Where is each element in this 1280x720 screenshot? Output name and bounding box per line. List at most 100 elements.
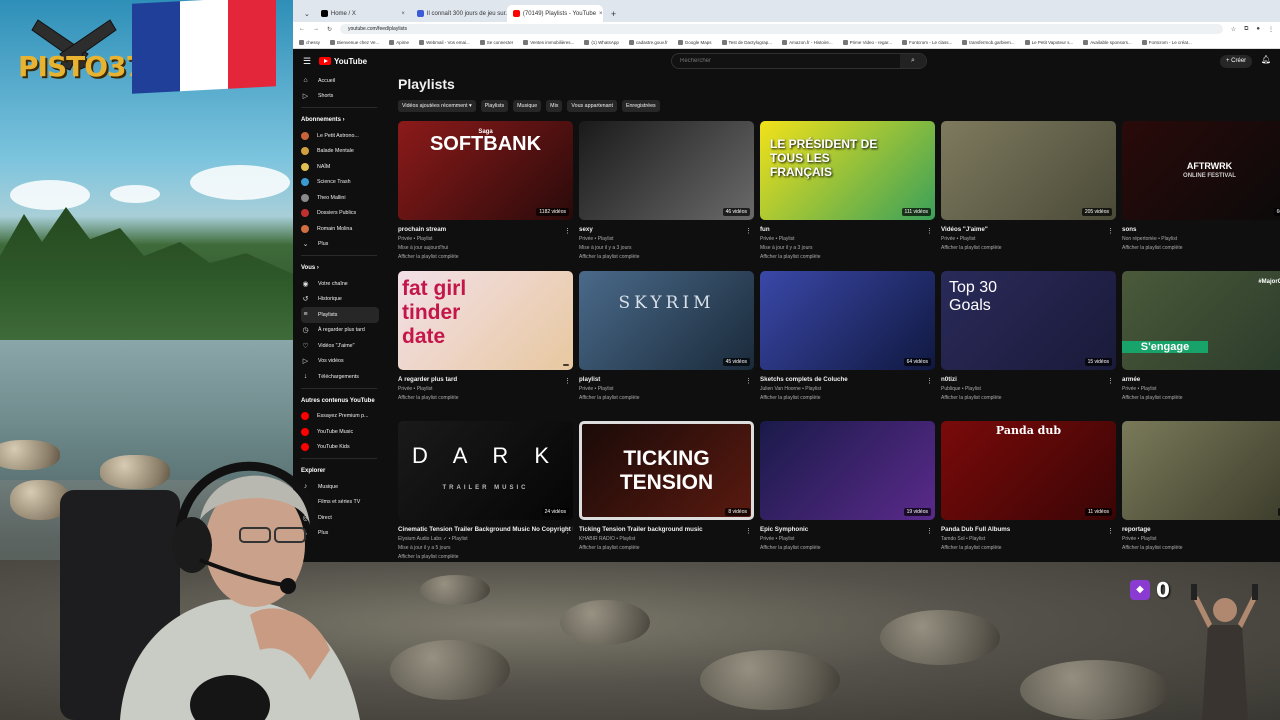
bookmark-item[interactable]: Le Petit Vapoteur s... bbox=[1024, 39, 1073, 45]
playlist-card[interactable]: Saga SOFTBANK 1182 vidéos prochain strea… bbox=[398, 121, 573, 262]
notifications-bell-icon[interactable]: 🔔︎ bbox=[1261, 55, 1271, 64]
playlist-thumbnail[interactable]: #MajorGéral S'engage bbox=[1122, 271, 1280, 370]
playlist-title[interactable]: reportage bbox=[1122, 526, 1280, 535]
playlist-card[interactable]: 19 vidéos Epic Symphonic Privée • Playli… bbox=[760, 421, 935, 553]
bookmark-item[interactable]: Google Maps bbox=[677, 39, 712, 45]
bookmark-item[interactable]: Prime Video - regar... bbox=[842, 39, 892, 45]
sidebar-item[interactable]: ▷ Shorts bbox=[301, 89, 383, 105]
more-options-icon[interactable]: ⋮ bbox=[926, 527, 933, 535]
more-options-icon[interactable]: ⋮ bbox=[745, 527, 752, 535]
more-options-icon[interactable]: ⋮ bbox=[1107, 227, 1114, 235]
subscriptions-header[interactable]: Abonnements › bbox=[301, 112, 383, 128]
sidebar-item[interactable]: ↺ Historique bbox=[301, 292, 383, 308]
bookmark-item[interactable]: Webmail - Vos emai... bbox=[419, 39, 470, 45]
playlist-thumbnail[interactable]: 46 vidéos bbox=[579, 121, 754, 220]
playlist-thumbnail[interactable]: LE PRÉSIDENT DE TOUS LES FRANÇAIS 111 vi… bbox=[760, 121, 935, 220]
sidebar-channel[interactable]: Dossiers Publics bbox=[301, 206, 383, 222]
sidebar-channel[interactable]: Balade Mentale bbox=[301, 144, 383, 160]
sidebar-item[interactable]: ◷ À regarder plus tard bbox=[301, 323, 383, 339]
playlist-thumbnail[interactable]: Saga SOFTBANK 1182 vidéos bbox=[398, 121, 573, 220]
view-full-playlist-link[interactable]: Afficher la playlist complète bbox=[398, 553, 573, 562]
filter-chip[interactable]: Vous appartenant bbox=[567, 100, 617, 112]
sidebar-channel[interactable]: YouTube Music bbox=[301, 424, 383, 440]
playlist-title[interactable]: Panda Dub Full Albums bbox=[941, 526, 1116, 535]
playlist-thumbnail[interactable]: ONLINE FESTIVAL AFTRWRK 668 vi bbox=[1122, 121, 1280, 220]
playlist-card[interactable]: SKYRIM 45 vidéos playlist Privée • Playl… bbox=[579, 271, 754, 403]
new-tab-button[interactable]: + bbox=[603, 9, 624, 22]
sidebar-item[interactable]: ♡ Vidéos "J'aime" bbox=[301, 338, 383, 354]
sidebar-channel[interactable]: Romain Molina bbox=[301, 221, 383, 237]
more-options-icon[interactable]: ⋮ bbox=[1107, 377, 1114, 385]
sidebar-item[interactable]: ◉ Votre chaîne bbox=[301, 276, 383, 292]
bookmark-item[interactable]: transfermob.garbiem... bbox=[962, 39, 1015, 45]
filter-chip[interactable]: Enregistrées bbox=[621, 100, 660, 112]
forward-icon[interactable]: → bbox=[313, 26, 319, 32]
bookmark-item[interactable]: Bienvenue chez Ve... bbox=[330, 39, 379, 45]
bookmark-item[interactable]: Available sponsors... bbox=[1083, 39, 1132, 45]
playlist-title[interactable]: fun bbox=[760, 226, 935, 235]
back-icon[interactable]: ← bbox=[299, 26, 305, 32]
sidebar-item[interactable]: ▷ Vos vidéos bbox=[301, 354, 383, 370]
playlist-title[interactable]: prochain stream bbox=[398, 226, 573, 235]
more-options-icon[interactable]: ⋮ bbox=[564, 227, 571, 235]
playlist-card[interactable]: 46 vidéos sexy Privée • Playlist Mise à … bbox=[579, 121, 754, 262]
playlist-thumbnail[interactable]: SKYRIM 45 vidéos bbox=[579, 271, 754, 370]
sidebar-channel[interactable]: Essayez Premium p... bbox=[301, 409, 383, 425]
bookmark-item[interactable]: chessy bbox=[299, 39, 320, 45]
playlist-thumbnail[interactable]: 58 v bbox=[1122, 421, 1280, 520]
sidebar-channel[interactable]: Science Trash bbox=[301, 175, 383, 191]
filter-chip[interactable]: Musique bbox=[513, 100, 542, 112]
playlist-thumbnail[interactable]: Panda dub 11 vidéos bbox=[941, 421, 1116, 520]
bookmark-item[interactable]: Ventes immobilières... bbox=[523, 39, 574, 45]
bookmark-item[interactable]: cadastre.gouv.fr bbox=[628, 39, 668, 45]
playlist-card[interactable]: #MajorGéral S'engage armée Privée • Play… bbox=[1122, 271, 1280, 403]
playlist-card[interactable]: Top 30 Goals 15 vidéos n0tizi Publique •… bbox=[941, 271, 1116, 403]
search-icon[interactable]: ⌕ bbox=[900, 54, 926, 68]
playlist-thumbnail[interactable]: Top 30 Goals 15 vidéos bbox=[941, 271, 1116, 370]
bookmark-item[interactable]: Fontcrom - Le class... bbox=[902, 39, 952, 45]
playlist-title[interactable]: playlist bbox=[579, 376, 754, 385]
more-options-icon[interactable]: ⋮ bbox=[1107, 527, 1114, 535]
playlist-thumbnail[interactable]: 64 vidéos bbox=[760, 271, 935, 370]
playlist-title[interactable]: Epic Symphonic bbox=[760, 526, 935, 535]
filter-chip[interactable]: Vidéos ajoutées récemment ▾ bbox=[398, 100, 476, 112]
menu-icon[interactable]: ☰ bbox=[303, 56, 319, 67]
playlist-thumbnail[interactable]: TICKING TENSION 8 vidéos bbox=[579, 421, 754, 520]
view-full-playlist-link[interactable]: Afficher la playlist complète bbox=[579, 253, 754, 262]
playlist-card[interactable]: 64 vidéos Sketchs complets de Coluche Ju… bbox=[760, 271, 935, 403]
extensions-icon[interactable]: ⧉ bbox=[1244, 26, 1248, 33]
browser-menu-icon[interactable]: ⋮ bbox=[1268, 26, 1274, 33]
more-options-icon[interactable]: ⋮ bbox=[564, 527, 571, 535]
playlist-title[interactable]: armée bbox=[1122, 376, 1280, 385]
sidebar-item[interactable]: ≡ Playlists bbox=[301, 307, 379, 323]
more-options-icon[interactable]: ⋮ bbox=[564, 377, 571, 385]
playlist-title[interactable]: Ticking Tension Trailer background music bbox=[579, 526, 754, 535]
browser-tab[interactable]: Il connaît 300 jours de jeu sur...× bbox=[411, 5, 507, 22]
youtube-logo[interactable]: YouTube bbox=[319, 57, 367, 66]
playlist-title[interactable]: sexy bbox=[579, 226, 754, 235]
browser-tab[interactable]: (70149) Playlists - YouTube × bbox=[506, 5, 603, 22]
playlist-title[interactable]: À regarder plus tard bbox=[398, 376, 573, 385]
playlist-card[interactable]: fat girl tinder date À regarder plus tar… bbox=[398, 271, 573, 403]
sidebar-item[interactable]: ↓ Téléchargements bbox=[301, 369, 383, 385]
playlist-card[interactable]: 58 v reportage Privée • Playlist Affiche… bbox=[1122, 421, 1280, 553]
playlist-card[interactable]: TRAILER MUSIC D A R K 24 vidéos Cinemati… bbox=[398, 421, 573, 562]
search-input[interactable] bbox=[672, 58, 900, 64]
tab-menu-icon[interactable]: ⌄ bbox=[299, 10, 315, 22]
sidebar-channel[interactable]: Theo Mallini bbox=[301, 190, 383, 206]
bookmark-item[interactable]: Fontcrom - Le créat... bbox=[1141, 39, 1192, 45]
browser-tab[interactable]: Home / X × bbox=[315, 5, 411, 22]
playlist-thumbnail[interactable]: fat girl tinder date bbox=[398, 271, 573, 370]
playlist-card[interactable]: TICKING TENSION 8 vidéos Ticking Tension… bbox=[579, 421, 754, 553]
filter-chip[interactable]: Mix bbox=[546, 100, 563, 112]
you-header[interactable]: Vous › bbox=[301, 260, 383, 276]
playlist-title[interactable]: n0tizi bbox=[941, 376, 1116, 385]
sidebar-more[interactable]: ⌄ Plus bbox=[301, 237, 383, 253]
profile-icon[interactable]: ● bbox=[1256, 26, 1260, 32]
close-icon[interactable]: × bbox=[401, 11, 405, 17]
view-full-playlist-link[interactable]: Afficher la playlist complète bbox=[760, 253, 935, 262]
bookmark-item[interactable]: Test de Dactylograp... bbox=[721, 39, 772, 45]
view-full-playlist-link[interactable]: Afficher la playlist complète bbox=[398, 253, 573, 262]
playlist-card[interactable]: LE PRÉSIDENT DE TOUS LES FRANÇAIS 111 vi… bbox=[760, 121, 935, 262]
other-youtube-header[interactable]: Autres contenus YouTube bbox=[301, 393, 383, 409]
